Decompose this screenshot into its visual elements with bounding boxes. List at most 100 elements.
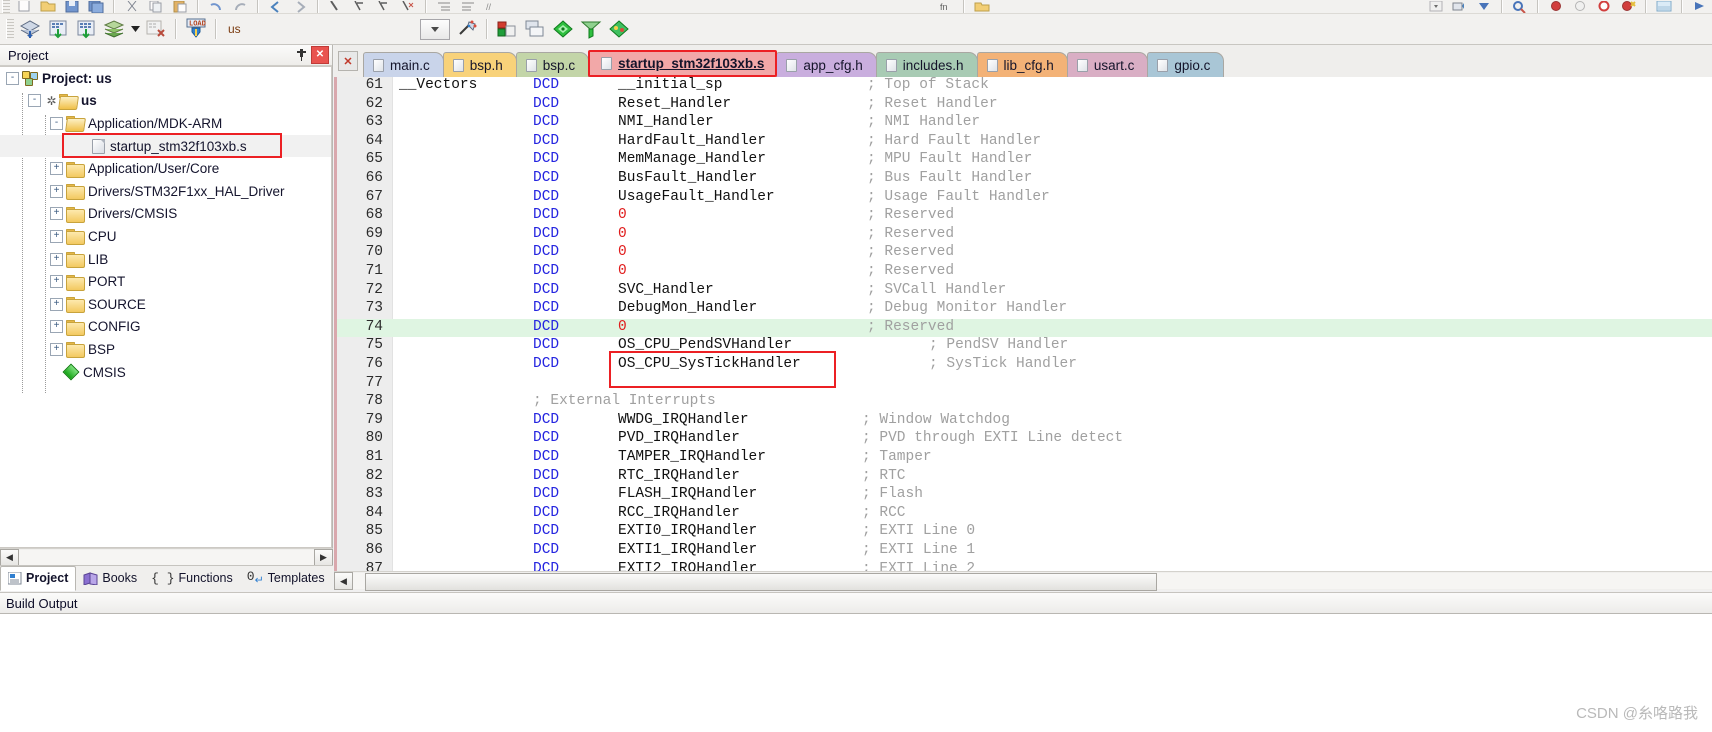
close-icon[interactable]: ✕	[311, 46, 329, 64]
build-icon[interactable]	[44, 16, 72, 42]
tree-node-startup-file[interactable]: startup_stm32f103xb.s	[0, 134, 331, 158]
source-browser-icon[interactable]	[1508, 0, 1532, 13]
tree-expander-icon[interactable]: +	[50, 207, 63, 221]
pane-tab-functions[interactable]: { } Functions	[144, 567, 240, 590]
build-output-text[interactable]	[0, 613, 1712, 732]
code-line[interactable]: 63 DCD NMI_Handler ; NMI Handler	[337, 114, 1712, 133]
save-all-icon[interactable]	[84, 0, 108, 13]
editor-tab-lib-cfg-h[interactable]: lib_cfg.h	[976, 52, 1068, 77]
code-line[interactable]: 69 DCD 0 ; Reserved	[337, 226, 1712, 245]
tree-expander-icon[interactable]: +	[50, 297, 63, 311]
code-line[interactable]: 86 DCD EXTI1_IRQHandler ; EXTI Line 1	[337, 542, 1712, 561]
cmsis-pack-icon[interactable]	[605, 16, 633, 42]
disable-all-breakpoints-icon[interactable]	[1592, 0, 1616, 13]
save-icon[interactable]	[60, 0, 84, 13]
tree-node-cmsis[interactable]: CMSIS	[0, 361, 331, 384]
code-line[interactable]: 62 DCD Reset_Handler ; Reset Handler	[337, 96, 1712, 115]
scroll-left-arrow-icon[interactable]: ◀	[0, 548, 19, 567]
copy-icon[interactable]	[144, 0, 168, 13]
tree-expander-icon[interactable]: +	[50, 320, 63, 334]
code-line[interactable]: 64 DCD HardFault_Handler ; Hard Fault Handl…	[337, 133, 1712, 152]
code-line[interactable]: 67 DCD UsageFault_Handler ; Usage Fault Han…	[337, 189, 1712, 208]
debug-icon[interactable]	[1688, 1, 1712, 13]
undo-icon[interactable]	[204, 1, 228, 13]
indent-icon[interactable]	[432, 1, 456, 13]
code-line[interactable]: 77	[337, 375, 1712, 394]
rebuild-icon[interactable]	[72, 16, 100, 42]
multi-project-icon[interactable]	[521, 16, 549, 42]
pane-tab-templates[interactable]: 0↵ Templates	[240, 567, 332, 590]
tree-node-target[interactable]: - ✲ us	[0, 90, 331, 113]
code-line[interactable]: 87 DCD EXTI2_IRQHandler ; EXTI Line 2	[337, 561, 1712, 571]
code-line[interactable]: 68 DCD 0 ; Reserved	[337, 207, 1712, 226]
tree-node-group[interactable]: + Drivers/STM32F1xx_HAL_Driver	[0, 180, 331, 203]
project-pane-hscrollbar[interactable]: ◀ ▶	[0, 548, 333, 567]
target-selector-label[interactable]: us	[222, 22, 247, 36]
target-options-icon[interactable]	[453, 16, 481, 42]
code-line[interactable]: 74 DCD 0 ; Reserved	[337, 318, 1712, 338]
tree-expander-icon[interactable]: +	[50, 162, 63, 176]
scroll-track[interactable]	[19, 549, 314, 566]
editor-tab-gpio-c[interactable]: gpio.c	[1147, 52, 1225, 77]
code-line[interactable]: 81 DCD TAMPER_IRQHandler ; Tamper	[337, 449, 1712, 468]
editor-tab-main-c[interactable]: main.c	[363, 52, 444, 77]
pack-installer-icon[interactable]	[549, 16, 577, 42]
target-combo-dropdown[interactable]	[419, 18, 450, 40]
tree-node-project[interactable]: - Project: us	[0, 67, 331, 90]
open-folder-icon[interactable]	[970, 1, 994, 13]
code-line[interactable]: 79 DCD WWDG_IRQHandler ; Window Watchdog	[337, 412, 1712, 431]
tree-node-group[interactable]: + Application/User/Core	[0, 157, 331, 180]
code-line[interactable]: 73 DCD DebugMon_Handler ; Debug Monitor Han…	[337, 300, 1712, 319]
tree-expander-icon[interactable]: -	[50, 116, 63, 130]
configuration-wizard-icon[interactable]	[577, 16, 605, 42]
insert-item-icon[interactable]	[1448, 1, 1472, 13]
tree-expander-icon[interactable]: -	[6, 71, 19, 85]
expand-down-icon[interactable]	[1472, 1, 1496, 13]
scroll-left-arrow-icon[interactable]: ◀	[334, 572, 353, 590]
tree-node-group[interactable]: + PORT	[0, 270, 331, 293]
editor-tab-usart-c[interactable]: usart.c	[1066, 52, 1149, 77]
comment-icon[interactable]: //	[480, 1, 504, 13]
code-line[interactable]: 75 DCD OS_CPU_PendSVHandler ; PendSV Handle…	[337, 337, 1712, 356]
bookmark-next-icon[interactable]	[372, 0, 396, 13]
code-line[interactable]: 84 DCD RCC_IRQHandler ; RCC	[337, 505, 1712, 524]
translate-icon[interactable]	[16, 16, 44, 42]
new-file-icon[interactable]	[12, 0, 36, 13]
code-line[interactable]: 80 DCD PVD_IRQHandler ; PVD through EXTI Li…	[337, 430, 1712, 449]
editor-tab-bsp-c[interactable]: bsp.c	[515, 52, 590, 77]
code-line[interactable]: 78 ; External Interrupts	[337, 393, 1712, 412]
tree-node-group[interactable]: + CONFIG	[0, 316, 331, 339]
code-line[interactable]: 82 DCD RTC_IRQHandler ; RTC	[337, 468, 1712, 487]
tree-node-group[interactable]: - Application/MDK-ARM	[0, 112, 331, 135]
tree-expander-icon[interactable]: +	[50, 229, 63, 243]
manage-components-icon[interactable]	[493, 16, 521, 42]
editor-tab-bsp-h[interactable]: bsp.h	[442, 52, 517, 77]
project-tree[interactable]: - Project: us - ✲ us - Application/MDK-A…	[0, 66, 332, 548]
code-line[interactable]: 72 DCD SVC_Handler ; SVCall Handler	[337, 282, 1712, 301]
paste-icon[interactable]	[168, 0, 192, 13]
code-line[interactable]: 70 DCD 0 ; Reserved	[337, 244, 1712, 263]
code-line[interactable]: 83 DCD FLASH_IRQHandler ; Flash	[337, 486, 1712, 505]
code-line[interactable]: 66 DCD BusFault_Handler ; Bus Fault Handler	[337, 170, 1712, 189]
tree-expander-icon[interactable]: +	[50, 342, 63, 356]
tree-node-group[interactable]: + SOURCE	[0, 293, 331, 316]
bookmark-icon[interactable]	[324, 0, 348, 13]
bookmark-clear-icon[interactable]	[396, 0, 420, 13]
editor-tab-startup-s[interactable]: startup_stm32f103xb.s	[588, 50, 778, 77]
navigate-forward-icon[interactable]	[288, 0, 312, 13]
batch-build-icon[interactable]	[100, 16, 128, 42]
toolbar-grip[interactable]	[6, 19, 14, 39]
code-line[interactable]: 76 DCD OS_CPU_SysTickHandler ; SysTick Hand…	[337, 356, 1712, 375]
scroll-thumb[interactable]	[365, 573, 1157, 591]
pane-tab-project[interactable]: Project	[0, 565, 77, 591]
code-line[interactable]: 65 DCD MemManage_Handler ; MPU Fault Handle…	[337, 151, 1712, 170]
scroll-right-arrow-icon[interactable]: ▶	[314, 548, 333, 567]
scroll-track[interactable]	[353, 573, 1712, 591]
load-icon[interactable]: LOAD	[182, 16, 210, 42]
editor-hscrollbar[interactable]: ◀	[334, 571, 1712, 591]
cut-icon[interactable]	[120, 0, 144, 13]
redo-icon[interactable]	[228, 1, 252, 13]
open-file-icon[interactable]	[36, 1, 60, 13]
tree-node-group[interactable]: + LIB	[0, 248, 331, 271]
code-line[interactable]: 71 DCD 0 ; Reserved	[337, 263, 1712, 282]
